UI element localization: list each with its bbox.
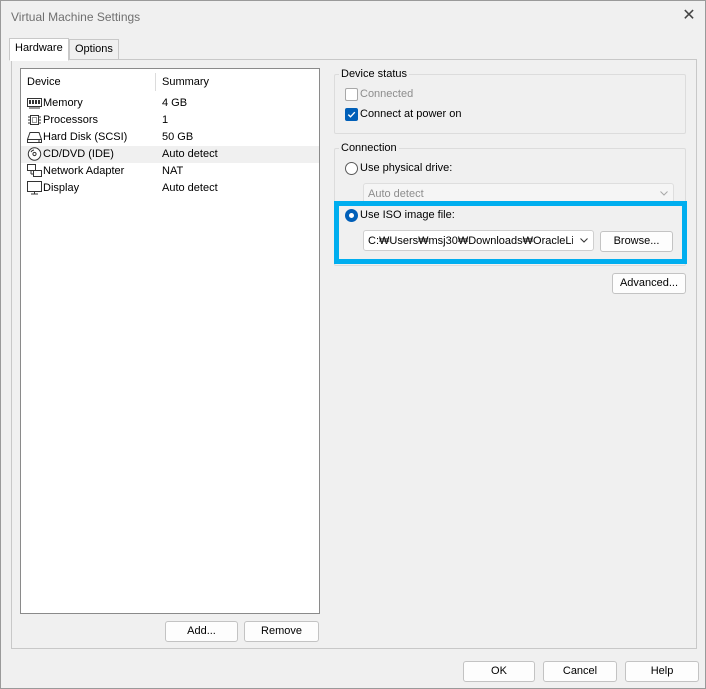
column-header-summary[interactable]: Summary (162, 76, 209, 88)
device-status-group (334, 74, 686, 134)
device-row-hard-disk[interactable]: Hard Disk (SCSI) 50 GB (21, 129, 319, 146)
connect-at-power-on-checkbox[interactable] (345, 108, 358, 121)
chevron-down-icon (580, 238, 588, 243)
physical-drive-value: Auto detect (368, 188, 424, 200)
iso-path-combobox[interactable]: C:₩Users₩msj30₩Downloads₩OracleLin (363, 230, 594, 251)
advanced-button[interactable]: Advanced... (612, 273, 686, 294)
device-row-processors[interactable]: Processors 1 (21, 112, 319, 129)
device-name: Processors (43, 114, 99, 126)
device-list-header: Device Summary (21, 69, 319, 95)
connect-at-power-on-label: Connect at power on (360, 108, 462, 120)
connection-label: Connection (339, 142, 399, 154)
device-row-memory[interactable]: Memory 4 GB (21, 95, 319, 112)
add-button[interactable]: Add... (165, 621, 238, 642)
use-iso-image-radio[interactable] (345, 209, 358, 222)
tab-hardware[interactable]: Hardware (9, 38, 69, 61)
use-iso-image-label: Use ISO image file: (360, 209, 455, 221)
help-button[interactable]: Help (625, 661, 699, 682)
cd-dvd-icon (27, 147, 42, 161)
title-bar: Virtual Machine Settings ✕ (1, 1, 705, 33)
device-name: Hard Disk (SCSI) (43, 131, 128, 143)
device-name: Network Adapter (43, 165, 125, 177)
use-physical-drive-radio[interactable] (345, 162, 358, 175)
device-status-label: Device status (339, 68, 410, 80)
device-name: Display (43, 182, 80, 194)
use-physical-drive-label: Use physical drive: (360, 162, 453, 174)
ok-button[interactable]: OK (463, 661, 535, 682)
connected-checkbox[interactable] (345, 88, 358, 101)
browse-button[interactable]: Browse... (600, 231, 673, 252)
connected-label: Connected (360, 88, 414, 100)
device-row-cd-dvd[interactable]: CD/DVD (IDE) Auto detect (21, 146, 319, 163)
hard-disk-icon (27, 132, 42, 143)
column-header-device[interactable]: Device (27, 76, 61, 88)
check-mark-icon (347, 111, 356, 118)
device-summary: Auto detect (162, 182, 218, 194)
cancel-button[interactable]: Cancel (543, 661, 617, 682)
processor-icon (28, 115, 41, 125)
column-divider[interactable] (155, 73, 156, 91)
device-summary: 50 GB (162, 131, 194, 143)
device-summary: 4 GB (162, 97, 188, 109)
device-name: Memory (43, 97, 83, 109)
memory-icon (27, 98, 42, 109)
device-summary: 1 (162, 114, 169, 126)
display-icon (27, 181, 42, 195)
device-name: CD/DVD (IDE) (43, 148, 114, 160)
device-row-network-adapter[interactable]: Network Adapter NAT (21, 163, 319, 180)
physical-drive-select[interactable]: Auto detect (363, 183, 674, 204)
close-icon[interactable]: ✕ (681, 7, 697, 25)
tab-options[interactable]: Options (69, 39, 119, 60)
chevron-down-icon (660, 191, 668, 196)
device-summary: NAT (162, 165, 184, 177)
remove-button[interactable]: Remove (244, 621, 319, 642)
iso-path-value: C:₩Users₩msj30₩Downloads₩OracleLin (368, 235, 573, 247)
network-adapter-icon (27, 164, 42, 177)
device-row-display[interactable]: Display Auto detect (21, 180, 319, 197)
device-summary: Auto detect (162, 148, 218, 160)
window-title: Virtual Machine Settings (11, 10, 141, 24)
device-list[interactable]: Device Summary Memory 4 GB Processors 1 … (20, 68, 320, 614)
